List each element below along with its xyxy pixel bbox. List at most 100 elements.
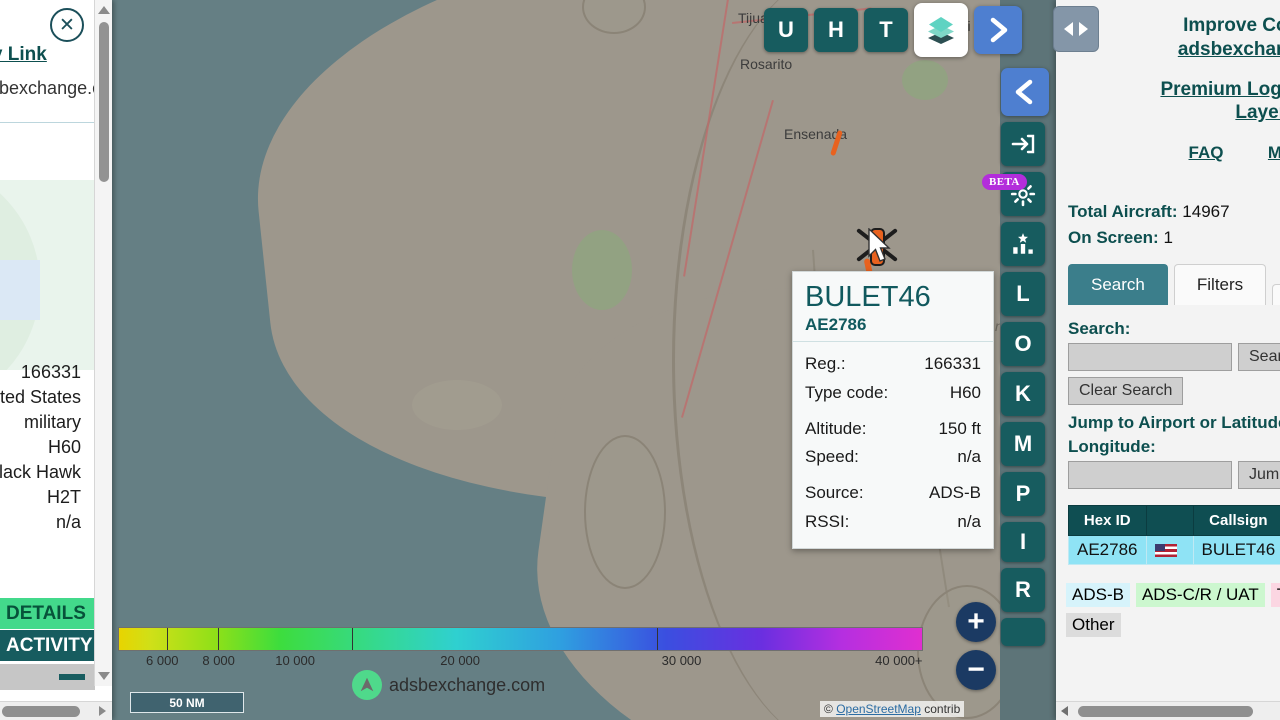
- map-side-toolbar: L O K M P I R: [1001, 68, 1049, 646]
- altitude-tick-labels: 6 000 8 000 10 000 20 000 30 000 40 000+: [118, 653, 923, 671]
- legend-tick: 10 000: [275, 653, 315, 668]
- aircraft-info-panel[interactable]: ✕ Copy Link adsbexchange.com 166331 Unit…: [0, 0, 112, 720]
- activity-tab-button[interactable]: ACTIVITY: [0, 630, 95, 661]
- column-flag[interactable]: [1145, 505, 1194, 536]
- scroll-up-icon[interactable]: [98, 6, 110, 14]
- tab-search[interactable]: Search: [1068, 264, 1168, 305]
- jump-input[interactable]: [1068, 461, 1232, 489]
- tooltip-label: Altitude:: [805, 418, 867, 438]
- panel-slider[interactable]: [0, 664, 95, 690]
- map-button-r[interactable]: R: [1001, 568, 1045, 612]
- slider-handle[interactable]: [59, 674, 85, 680]
- scrollbar-thumb[interactable]: [2, 706, 80, 717]
- tab-more[interactable]: [1272, 284, 1280, 305]
- map-button-o[interactable]: O: [1001, 322, 1045, 366]
- close-icon[interactable]: ✕: [50, 8, 84, 42]
- tooltip-spacer: [805, 471, 981, 479]
- legend-other: Other: [1066, 613, 1121, 637]
- left-panel-vertical-scrollbar[interactable]: [94, 0, 112, 686]
- detail-country: United States: [0, 387, 81, 407]
- premium-layers-link[interactable]: Layers: [1068, 101, 1280, 125]
- login-icon[interactable]: [1001, 122, 1045, 166]
- map-button-p[interactable]: P: [1001, 472, 1045, 516]
- jump-button[interactable]: Jump: [1238, 461, 1280, 489]
- tooltip-spacer: [805, 407, 981, 415]
- chart-star-icon[interactable]: [1001, 222, 1045, 266]
- legend-tick: 8 000: [202, 653, 235, 668]
- aircraft-photo: [0, 180, 95, 370]
- map-button-i[interactable]: I: [1001, 522, 1045, 562]
- photo-sky: [0, 260, 40, 320]
- map-button-u[interactable]: U: [764, 8, 808, 52]
- scrollbar-thumb[interactable]: [1078, 706, 1253, 717]
- altitude-gradient-bar: [118, 627, 923, 651]
- aircraft-tooltip[interactable]: BULET46 AE2786 Reg.: 166331 Type code: H…: [792, 271, 994, 549]
- panel-toggle-button[interactable]: [1053, 6, 1099, 52]
- legend-divider: [217, 628, 219, 650]
- legend-divider: [167, 628, 169, 650]
- zoom-out-button[interactable]: −: [956, 650, 996, 690]
- map-top-toolbar: U H T: [764, 3, 1022, 57]
- sidebar-panel[interactable]: Improve Coverage adsbexchange.com Premiu…: [1056, 0, 1280, 720]
- scroll-down-icon[interactable]: [98, 672, 110, 680]
- clear-search-button[interactable]: Clear Search: [1068, 377, 1184, 405]
- cell-callsign[interactable]: BULET46: [1192, 535, 1280, 565]
- column-callsign[interactable]: Callsign: [1192, 505, 1280, 536]
- attribution-copyright: ©: [824, 702, 833, 716]
- map-label: Rosarito: [740, 56, 793, 72]
- details-tab-button[interactable]: DETAILS: [0, 598, 95, 629]
- map-help-link[interactable]: Map Help: [1268, 143, 1280, 162]
- detail-operator: military: [24, 412, 81, 432]
- sidebar-tabs: Search Filters: [1056, 264, 1280, 305]
- faq-link[interactable]: FAQ: [1189, 143, 1224, 162]
- search-button[interactable]: Search: [1238, 343, 1280, 371]
- on-screen-label: On Screen:: [1068, 227, 1159, 247]
- aircraft-counts: Total Aircraft: 14967 On Screen: 1: [1056, 199, 1280, 250]
- us-flag-icon: [1145, 535, 1194, 565]
- tooltip-value: n/a: [957, 447, 981, 467]
- map-button-h[interactable]: H: [814, 8, 858, 52]
- search-input-row: Search: [1068, 343, 1280, 371]
- map-terrain: [412, 380, 502, 430]
- map-attribution: © OpenStreetMap contrib: [820, 701, 965, 717]
- helicopter-marker[interactable]: [854, 222, 900, 268]
- divider: [0, 122, 95, 123]
- tooltip-row-speed: Speed: n/a: [805, 443, 981, 471]
- tooltip-body: Reg.: 166331 Type code: H60 Altitude: 15…: [793, 342, 993, 547]
- detail-typecode: H60: [47, 437, 81, 457]
- jump-label-line1: Jump to Airport or Latitude /: [1068, 413, 1280, 432]
- premium-login-block: Premium Login: no ads Layers: [1056, 78, 1280, 126]
- scroll-left-icon[interactable]: [1061, 706, 1068, 716]
- tooltip-callsign: BULET46: [805, 281, 931, 313]
- collapse-panel-left-button[interactable]: [1001, 68, 1049, 116]
- search-input[interactable]: [1068, 343, 1232, 371]
- zoom-in-button[interactable]: +: [956, 602, 996, 642]
- tab-filters[interactable]: Filters: [1173, 264, 1267, 305]
- brand-text: adsbexchange.com: [389, 674, 546, 695]
- source-legend: ADS-B ADS-C/R / UAT TIS-B Other: [1056, 583, 1280, 637]
- improve-coverage-title: Improve Coverage: [1183, 15, 1280, 36]
- map-button-extra[interactable]: [1001, 618, 1045, 646]
- adsbexchange-link[interactable]: adsbexchange.com: [1068, 38, 1280, 62]
- cell-hex-id[interactable]: AE2786: [1068, 535, 1147, 565]
- premium-login-link[interactable]: Premium Login: no ads: [1068, 78, 1280, 102]
- expand-panel-right-button[interactable]: [974, 6, 1022, 54]
- scrollbar-thumb[interactable]: [99, 22, 109, 182]
- map-button-k[interactable]: K: [1001, 372, 1045, 416]
- layers-icon[interactable]: [914, 3, 968, 57]
- table-row[interactable]: AE2786 BULET46 H60: [1068, 535, 1280, 565]
- legend-tick: 40 000+: [875, 653, 923, 668]
- total-aircraft-label: Total Aircraft:: [1068, 202, 1178, 221]
- tooltip-label: Source:: [805, 483, 864, 503]
- sidebar-horizontal-scrollbar[interactable]: [1056, 701, 1280, 720]
- column-hex-id[interactable]: Hex ID: [1068, 505, 1147, 536]
- map-button-l[interactable]: L: [1001, 272, 1045, 316]
- copy-link-button[interactable]: Copy Link: [0, 44, 47, 66]
- tooltip-row-type: Type code: H60: [805, 379, 981, 407]
- map-button-t[interactable]: T: [864, 8, 908, 52]
- aircraft-info-content: ✕ Copy Link adsbexchange.com 166331 Unit…: [0, 0, 112, 686]
- left-panel-horizontal-scrollbar[interactable]: [0, 701, 112, 720]
- scroll-right-icon[interactable]: [99, 706, 106, 716]
- map-button-m[interactable]: M: [1001, 422, 1045, 466]
- openstreetmap-link[interactable]: OpenStreetMap: [836, 702, 921, 716]
